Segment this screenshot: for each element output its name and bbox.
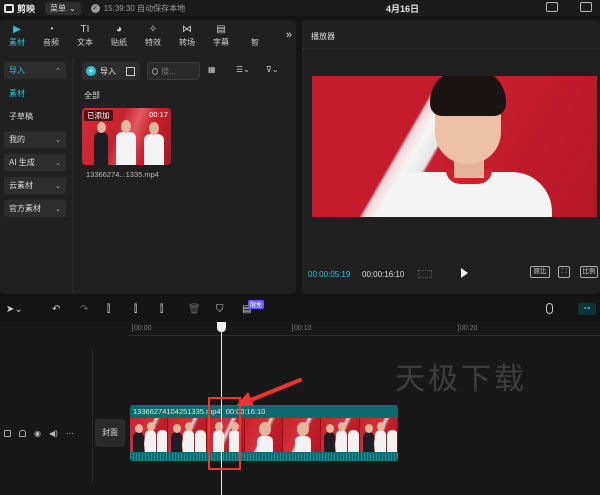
media-filename: 13366274...1335.mp4	[86, 170, 159, 179]
tick-label: 00:10	[294, 325, 312, 332]
filter-icon[interactable]: ⊽⌄	[266, 65, 279, 74]
clip-frames	[130, 418, 398, 452]
tool-effects[interactable]: ✧ 特效	[136, 20, 170, 50]
clip-duration: 00:17	[149, 110, 168, 119]
chevron-down-icon: ⌄	[69, 3, 76, 13]
category-subdraft[interactable]: 子草稿	[4, 108, 66, 125]
menu-button[interactable]: 菜单 ⌄	[45, 1, 81, 15]
category-official[interactable]: 官方素材 ⌄	[4, 200, 66, 217]
video-icon: ▶	[13, 24, 21, 35]
search-box[interactable]	[147, 62, 200, 80]
select-tool-icon[interactable]: ➤⌄	[6, 304, 23, 315]
original-ratio-button[interactable]: 原比	[530, 266, 550, 278]
tool-material[interactable]: ▶ 素材	[0, 20, 34, 50]
transition-icon: ⋈	[182, 24, 192, 35]
annotation-arrow-icon	[236, 378, 302, 406]
delete-icon: 🗑	[188, 304, 201, 315]
grid-view-icon[interactable]	[126, 66, 135, 76]
app-name: 剪映	[17, 3, 36, 14]
video-preview[interactable]	[312, 76, 597, 217]
player-panel: 播放器 00:00:05:19 00:00:16:10 原比 ⛶ 比例	[302, 20, 600, 294]
trim-left-icon[interactable]: ⫿	[134, 304, 137, 315]
tick-label: 00:00	[134, 325, 152, 332]
subtitle-icon: ▤	[216, 24, 226, 35]
trim-right-icon[interactable]: ⫿	[160, 304, 163, 315]
microphone-icon[interactable]	[546, 303, 553, 314]
added-badge: 已添加	[84, 110, 113, 121]
tick-label: 00:20	[460, 325, 478, 332]
tool-audio[interactable]: ◔ 音频	[34, 20, 68, 50]
track-video-icon[interactable]	[4, 430, 11, 437]
split-icon[interactable]: ⫿	[107, 304, 110, 315]
title-bar: 剪映 菜单 ⌄ ✓ 15:39:30 自动保存本地 4月16日	[0, 0, 600, 16]
volume-icon[interactable]: ◀)	[49, 429, 58, 438]
media-tools-bar: ▶ 素材 ◔ 音频 TI 文本 ◕ 贴纸 ✧ 特效 ⋈ 转场 ▤ 字幕 智 »	[0, 20, 296, 50]
chevron-up-icon: ⌃	[55, 67, 61, 75]
track-controls: ◉ ◀) ⋯	[4, 429, 74, 438]
ratio-button[interactable]: 比例	[580, 266, 598, 278]
playhead-handle[interactable]	[217, 322, 226, 332]
link-icon[interactable]: ⊶	[578, 303, 596, 315]
plus-icon: +	[86, 66, 96, 76]
app-logo: 剪映	[4, 2, 35, 15]
tool-subtitle[interactable]: ▤ 字幕	[204, 20, 238, 50]
time-ruler[interactable]: 00:00 00:10 00:20	[128, 322, 600, 336]
sticker-icon: ◕	[115, 24, 123, 35]
chevron-down-icon: ⌄	[55, 205, 61, 213]
check-icon: ✓	[90, 3, 100, 13]
category-import[interactable]: 导入 ⌃	[4, 62, 66, 79]
fit-icon[interactable]: ⛶	[558, 266, 570, 278]
timeline-toolbar: ➤⌄ ↶ ↷ ⫿ ⫿ ⫿ 🗑 ⛉ ▤	[0, 299, 600, 321]
search-input[interactable]	[161, 66, 199, 76]
audio-icon: ◔	[47, 24, 55, 35]
project-date: 4月16日	[386, 4, 420, 14]
layout-icon[interactable]	[546, 2, 558, 12]
category-mine[interactable]: 我的 ⌄	[4, 131, 66, 148]
play-icon[interactable]	[461, 268, 468, 278]
panel-divider	[72, 58, 73, 294]
tool-transition[interactable]: ⋈ 转场	[170, 20, 204, 50]
total-timecode: 00:00:16:10	[362, 270, 405, 279]
watermark-text: 天极下载	[395, 362, 527, 397]
category-cloud[interactable]: 云素材 ⌄	[4, 177, 66, 194]
category-material[interactable]: 素材	[4, 85, 66, 102]
undo-icon[interactable]: ↶	[52, 304, 60, 315]
window-icon[interactable]	[580, 2, 592, 12]
capcut-logo-icon	[4, 3, 14, 13]
free-badge: 限免	[248, 300, 265, 309]
search-icon	[152, 67, 158, 75]
cover-button[interactable]: 封面	[95, 419, 125, 447]
grid-icon[interactable]	[418, 270, 432, 278]
redo-icon: ↷	[80, 304, 89, 315]
player-title: 播放器	[311, 32, 335, 41]
eye-icon[interactable]: ◉	[34, 429, 41, 438]
tool-text[interactable]: TI 文本	[68, 20, 102, 50]
chevron-down-icon: ⌄	[55, 182, 61, 190]
save-status: ✓ 15:39:30 自动保存本地	[90, 3, 186, 13]
text-icon: TI	[80, 24, 90, 35]
tool-sticker[interactable]: ◕ 贴纸	[102, 20, 136, 50]
more-tools-icon[interactable]: »	[286, 29, 292, 41]
smart-icon	[249, 24, 261, 35]
lock-icon[interactable]	[19, 430, 26, 437]
chevron-down-icon: ⌄	[55, 136, 61, 144]
category-list: 导入 ⌃ 素材 子草稿 我的 ⌄ AI 生成 ⌄ 云素材 ⌄ 官方素材 ⌄	[4, 62, 66, 223]
category-ai[interactable]: AI 生成 ⌄	[4, 154, 66, 171]
audio-waveform	[130, 453, 398, 461]
view-toggle-icon[interactable]: ▦	[208, 65, 216, 74]
import-button[interactable]: + 导入	[82, 62, 140, 80]
all-label: 全部	[84, 91, 100, 100]
current-timecode: 00:00:05:19	[308, 270, 351, 279]
sort-icon[interactable]: ☰⌄	[236, 65, 250, 74]
more-icon[interactable]: ⋯	[66, 429, 74, 438]
marker-icon[interactable]: ⛉	[216, 304, 224, 315]
chevron-down-icon: ⌄	[55, 159, 61, 167]
timeline-clip[interactable]: 13366274104251335.mp4 00:00:16:10	[130, 405, 398, 461]
sparkle-icon: ✧	[148, 24, 158, 35]
tool-smart[interactable]: 智	[238, 20, 272, 50]
media-thumbnail[interactable]: 已添加 00:17	[82, 108, 171, 165]
